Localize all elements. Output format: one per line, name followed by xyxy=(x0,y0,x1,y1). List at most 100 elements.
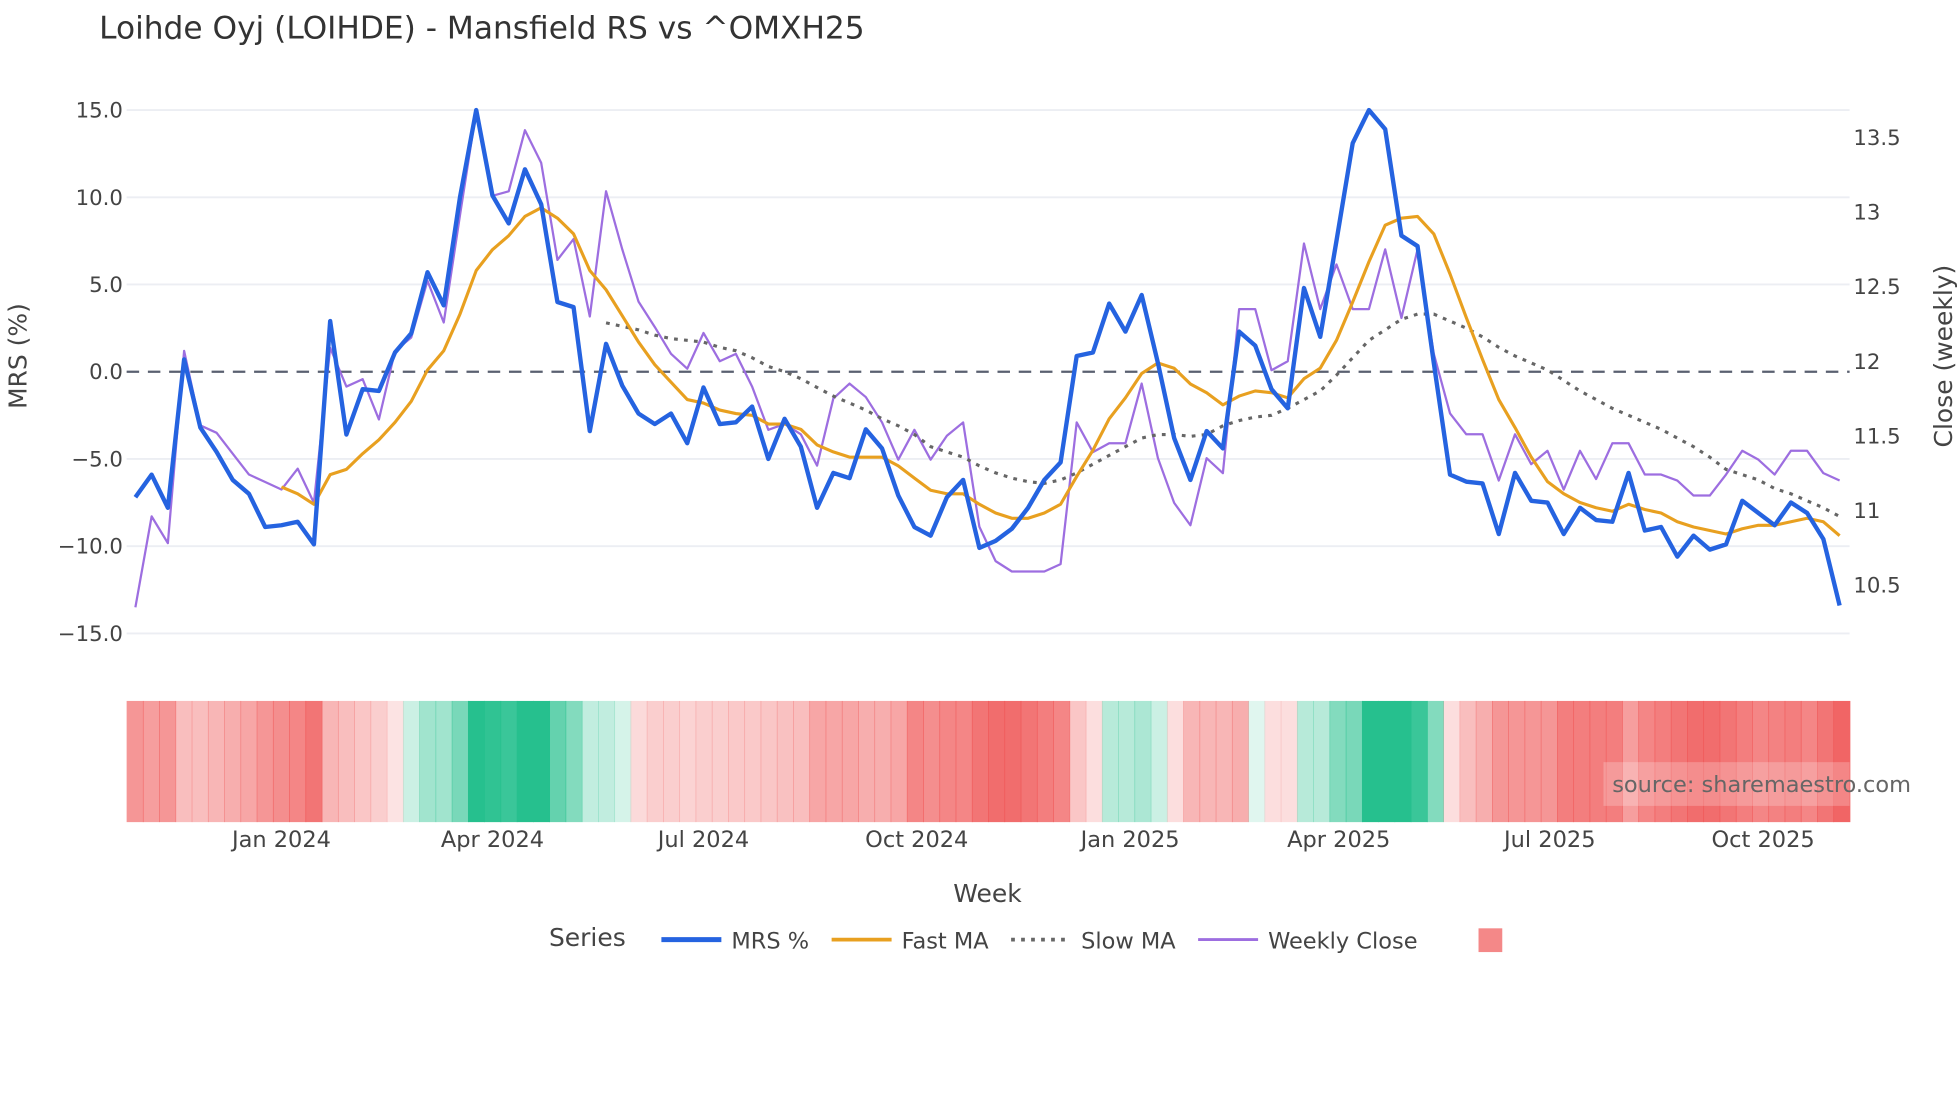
heatmap-cell xyxy=(630,700,648,823)
x-tick-label: Jan 2024 xyxy=(230,827,331,853)
heatmap-strip xyxy=(126,700,1851,823)
heatmap-cell xyxy=(1231,700,1249,823)
y-axis-left: 15.0 10.0 5.0 0.0 −5.0 −10.0 −15.0 xyxy=(58,99,123,647)
heatmap-cell xyxy=(1296,700,1314,823)
heatmap-cell xyxy=(988,700,1006,823)
heatmap-cell xyxy=(207,700,225,823)
heatmap-cell xyxy=(500,700,518,823)
heatmap-cell xyxy=(598,700,616,823)
heatmap-cell xyxy=(825,700,843,823)
heatmap-cell xyxy=(1459,700,1477,823)
heatmap-cell xyxy=(776,700,794,823)
heatmap-cell xyxy=(435,700,453,823)
heatmap-cell xyxy=(289,700,307,823)
y2-tick-label: 11.5 xyxy=(1853,424,1900,449)
x-tick-label: Oct 2024 xyxy=(865,827,968,853)
heatmap-cell xyxy=(1361,700,1379,823)
legend-title: Series xyxy=(549,923,626,952)
y-tick-label: −5.0 xyxy=(71,447,123,472)
heatmap-cell xyxy=(1264,700,1282,823)
heatmap-cell xyxy=(159,700,177,823)
heatmap-cell xyxy=(1540,700,1558,823)
heatmap-cell xyxy=(321,700,339,823)
legend-label: Weekly Close xyxy=(1268,928,1417,954)
legend: Series MRS % Fast MA Slow MA Weekly Close xyxy=(549,923,1503,954)
x-tick-label: Apr 2024 xyxy=(441,827,544,853)
heatmap-cell xyxy=(1345,700,1363,823)
series-line-slow-ma xyxy=(605,312,1841,518)
heatmap-cell xyxy=(890,700,908,823)
heatmap-cell xyxy=(175,700,193,823)
heatmap-cell xyxy=(760,700,778,823)
x-tick-label: Apr 2025 xyxy=(1287,827,1390,853)
heatmap-cell xyxy=(1150,700,1168,823)
heatmap-cell xyxy=(370,700,388,823)
heatmap-cell xyxy=(224,700,242,823)
heatmap-cell xyxy=(1426,700,1444,823)
x-axis: Jan 2024 Apr 2024 Jul 2024 Oct 2024 Jan 2025… xyxy=(230,827,1815,853)
y-axis-title: MRS (%) xyxy=(4,303,33,409)
annotation-text: source: sharemaestro.com xyxy=(1612,772,1911,798)
y2-tick-label: 12.5 xyxy=(1853,275,1900,300)
heatmap-cell xyxy=(337,700,355,823)
legend-label: Slow MA xyxy=(1081,928,1176,954)
heatmap-cell xyxy=(614,700,632,823)
heatmap-cell xyxy=(565,700,583,823)
heatmap-cell xyxy=(240,700,258,823)
heatmap-cell xyxy=(1134,700,1152,823)
heatmap-cell xyxy=(272,700,290,823)
heatmap-cell xyxy=(1443,700,1461,823)
heatmap-cell xyxy=(841,700,859,823)
heatmap-cell xyxy=(1280,700,1298,823)
heatmap-cell xyxy=(191,700,209,823)
heatmap-cell xyxy=(1053,700,1071,823)
chart-title: Loihde Oyj (LOIHDE) - Mansfield RS vs ^O… xyxy=(99,11,865,47)
heatmap-cell xyxy=(126,700,144,823)
heatmap-cell xyxy=(663,700,681,823)
heatmap-cell xyxy=(971,700,989,823)
heatmap-cell xyxy=(1020,700,1038,823)
heatmap-cell xyxy=(1166,700,1184,823)
legend-label: Fast MA xyxy=(902,928,990,954)
y2-tick-label: 13.5 xyxy=(1853,126,1900,151)
mrs-chart: Loihde Oyj (LOIHDE) - Mansfield RS vs ^O… xyxy=(4,11,1958,955)
x-tick-label: Oct 2025 xyxy=(1711,827,1814,853)
y-tick-label: 15.0 xyxy=(76,99,123,124)
x-tick-label: Jul 2024 xyxy=(656,827,749,853)
heatmap-cell xyxy=(744,700,762,823)
heatmap-cell xyxy=(533,700,551,823)
x-tick-label: Jul 2025 xyxy=(1502,827,1595,853)
legend-heatmap-swatch xyxy=(1478,928,1503,953)
heatmap-cell xyxy=(1410,700,1428,823)
x-tick-label: Jan 2025 xyxy=(1079,827,1180,853)
heatmap-cell xyxy=(386,700,404,823)
heatmap-cell xyxy=(516,700,534,823)
heatmap-cell xyxy=(1313,700,1331,823)
heatmap-cell xyxy=(679,700,697,823)
series-lines xyxy=(133,107,1842,608)
heatmap-cell xyxy=(256,700,274,823)
heatmap-cell xyxy=(484,700,502,823)
heatmap-cell xyxy=(1199,700,1217,823)
y2-tick-label: 11 xyxy=(1853,499,1880,524)
heatmap-cell xyxy=(1557,700,1575,823)
heatmap-cell xyxy=(906,700,924,823)
y2-tick-label: 12 xyxy=(1853,350,1880,375)
heatmap-cell xyxy=(1394,700,1412,823)
heatmap-cell xyxy=(1004,700,1022,823)
source-annotation: source: sharemaestro.com xyxy=(1603,762,1911,806)
y2-tick-label: 13 xyxy=(1853,201,1880,226)
heatmap-cell xyxy=(1524,700,1542,823)
heatmap-cell xyxy=(809,700,827,823)
heatmap-cell xyxy=(467,700,485,823)
heatmap-cell xyxy=(305,700,323,823)
heatmap-cell xyxy=(1183,700,1201,823)
heatmap-cell xyxy=(549,700,567,823)
heatmap-cell xyxy=(354,700,372,823)
y2-tick-label: 10.5 xyxy=(1853,573,1900,598)
heatmap-cell xyxy=(711,700,729,823)
heatmap-cell xyxy=(1215,700,1233,823)
heatmap-cell xyxy=(955,700,973,823)
heatmap-cell xyxy=(402,700,420,823)
heatmap-cell xyxy=(581,700,599,823)
